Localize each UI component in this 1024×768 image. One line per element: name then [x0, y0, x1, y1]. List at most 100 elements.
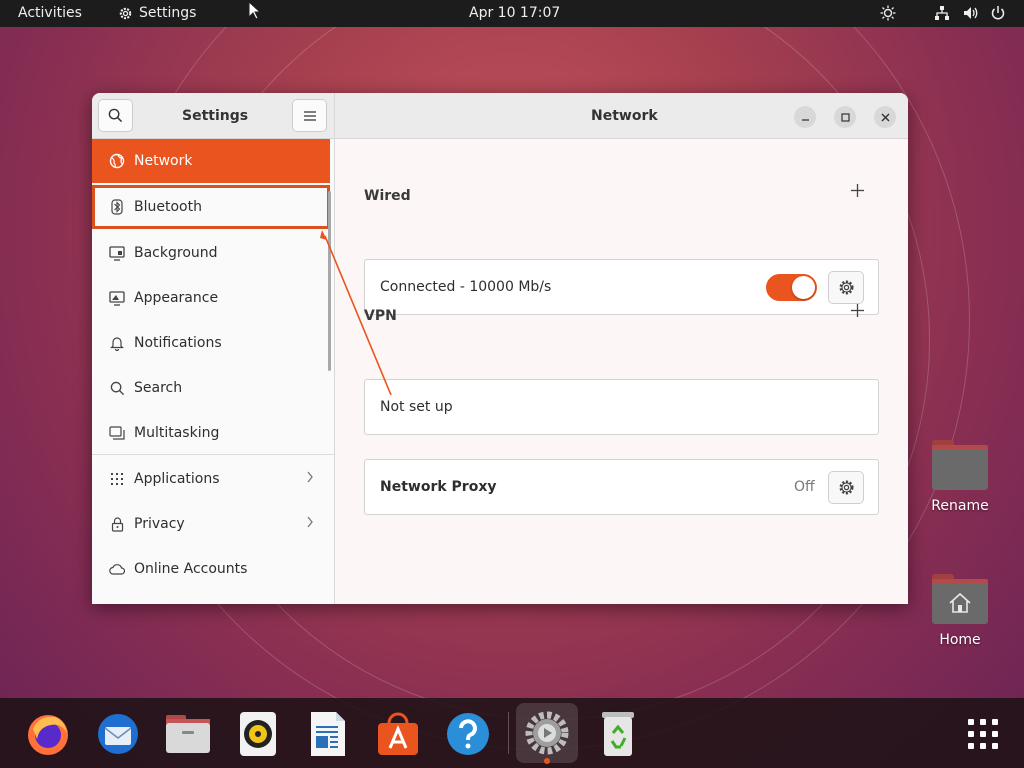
sidebar-divider	[92, 454, 334, 455]
gear-icon	[838, 280, 854, 295]
home-folder-icon	[932, 574, 988, 624]
close-icon	[881, 113, 889, 121]
app-grid-icon	[968, 719, 998, 749]
dock	[0, 698, 1024, 768]
thunderbird-icon	[98, 714, 138, 754]
help-icon	[447, 713, 489, 755]
sidebar-item-label: Privacy	[134, 516, 185, 532]
wired-status: Connected - 10000 Mb/s	[380, 279, 552, 295]
dock-help[interactable]	[442, 708, 494, 760]
search-icon	[104, 381, 130, 396]
brightness-icon[interactable]	[879, 4, 897, 22]
firefox-icon	[28, 715, 68, 755]
network-proxy-label: Network Proxy	[380, 479, 497, 495]
dock-thunderbird[interactable]	[92, 708, 144, 760]
settings-gear-icon	[116, 4, 134, 22]
plus-icon	[851, 304, 864, 317]
sidebar-item-privacy[interactable]: Privacy	[92, 502, 330, 546]
trash-icon	[602, 712, 634, 756]
dock-show-applications[interactable]	[957, 708, 1009, 760]
sidebar-item-label: Search	[134, 380, 183, 396]
software-store-icon	[378, 712, 418, 755]
clock[interactable]: Apr 10 17:07	[469, 5, 560, 21]
sidebar-item-background[interactable]: Background	[92, 231, 330, 275]
search-icon	[108, 108, 123, 123]
primary-menu-button[interactable]	[292, 99, 327, 132]
network-panel: Wired Connected - 10000 Mb/s VPN Not set…	[335, 139, 908, 604]
power-icon[interactable]	[989, 4, 1007, 22]
sidebar-item-search[interactable]: Search	[92, 366, 330, 410]
dock-firefox[interactable]	[22, 708, 74, 760]
app-menu-settings[interactable]: Settings	[139, 5, 196, 21]
minimize-icon	[801, 118, 809, 121]
sidebar-item-label: Online Accounts	[134, 561, 248, 577]
bell-icon	[104, 335, 130, 351]
search-button[interactable]	[98, 99, 133, 132]
gear-icon	[838, 480, 854, 495]
activities-button[interactable]: Activities	[18, 5, 82, 21]
chevron-right-icon	[306, 471, 314, 487]
maximize-icon	[840, 112, 850, 122]
dock-ubuntu-software[interactable]	[372, 708, 424, 760]
sidebar-item-label: Notifications	[134, 335, 222, 351]
wired-connection-card: Connected - 10000 Mb/s	[364, 259, 879, 315]
cloud-icon	[104, 563, 130, 575]
wired-toggle[interactable]	[766, 274, 817, 301]
proxy-settings-button[interactable]	[828, 471, 864, 504]
hamburger-menu-icon	[303, 110, 316, 121]
chevron-right-icon	[306, 516, 314, 532]
bluetooth-icon	[104, 199, 130, 215]
minimize-button[interactable]	[794, 106, 816, 128]
close-button[interactable]	[874, 106, 896, 128]
network-proxy-card[interactable]: Network Proxy Off	[364, 459, 879, 515]
network-icon	[104, 153, 130, 169]
sidebar-item-network[interactable]: Network	[92, 139, 330, 183]
sidebar-item-notifications[interactable]: Notifications	[92, 321, 330, 365]
folder-icon	[932, 440, 988, 490]
sidebar-item-label: Applications	[134, 471, 220, 487]
desktop-icon-label: Home	[939, 632, 981, 648]
vpn-status: Not set up	[380, 399, 453, 415]
appearance-icon	[104, 290, 130, 306]
sidebar-item-bluetooth[interactable]: Bluetooth	[92, 185, 330, 229]
toggle-knob	[792, 276, 815, 299]
dock-settings[interactable]	[516, 703, 578, 764]
dock-rhythmbox[interactable]	[232, 708, 284, 760]
sidebar-item-appearance[interactable]: Appearance	[92, 276, 330, 320]
top-bar: Activities Settings Apr 10 17:07	[0, 0, 1024, 27]
sidebar-item-label: Bluetooth	[134, 199, 202, 215]
sidebar-item-label: Multitasking	[134, 425, 220, 441]
desktop-folder-rename[interactable]: Rename	[920, 440, 1000, 514]
background-icon	[104, 245, 130, 261]
sidebar-scrollbar[interactable]	[328, 191, 331, 371]
dock-trash[interactable]	[592, 708, 644, 760]
mouse-cursor-icon	[246, 1, 264, 20]
desktop-folder-home[interactable]: Home	[920, 574, 1000, 648]
sidebar-item-online-accounts[interactable]: Online Accounts	[92, 547, 330, 591]
page-title: Network	[591, 108, 658, 124]
dock-libreoffice-writer[interactable]	[302, 708, 354, 760]
sidebar-item-label: Network	[134, 153, 193, 169]
multitasking-icon	[104, 425, 130, 441]
files-icon	[166, 715, 210, 753]
vpn-section-title: VPN	[364, 308, 397, 324]
wired-network-icon[interactable]	[933, 4, 951, 22]
running-indicator	[544, 758, 550, 764]
lock-icon	[104, 516, 130, 532]
maximize-button[interactable]	[834, 106, 856, 128]
volume-icon[interactable]	[962, 4, 980, 22]
add-vpn-button[interactable]	[851, 301, 864, 322]
desktop-icon-label: Rename	[931, 498, 989, 514]
grid-icon	[104, 472, 130, 486]
dock-files[interactable]	[162, 708, 214, 760]
wired-settings-button[interactable]	[828, 271, 864, 304]
add-wired-button[interactable]	[851, 181, 864, 202]
sidebar-item-applications[interactable]: Applications	[92, 457, 330, 501]
sidebar-item-multitasking[interactable]: Multitasking	[92, 411, 330, 455]
vpn-card: Not set up	[364, 379, 879, 435]
settings-icon	[525, 711, 569, 755]
rhythmbox-icon	[240, 712, 276, 756]
header-bar: Settings Network	[92, 93, 908, 139]
settings-window: Settings Network Network Bluetooth Backg…	[92, 93, 908, 604]
sidebar-item-label: Appearance	[134, 290, 219, 306]
